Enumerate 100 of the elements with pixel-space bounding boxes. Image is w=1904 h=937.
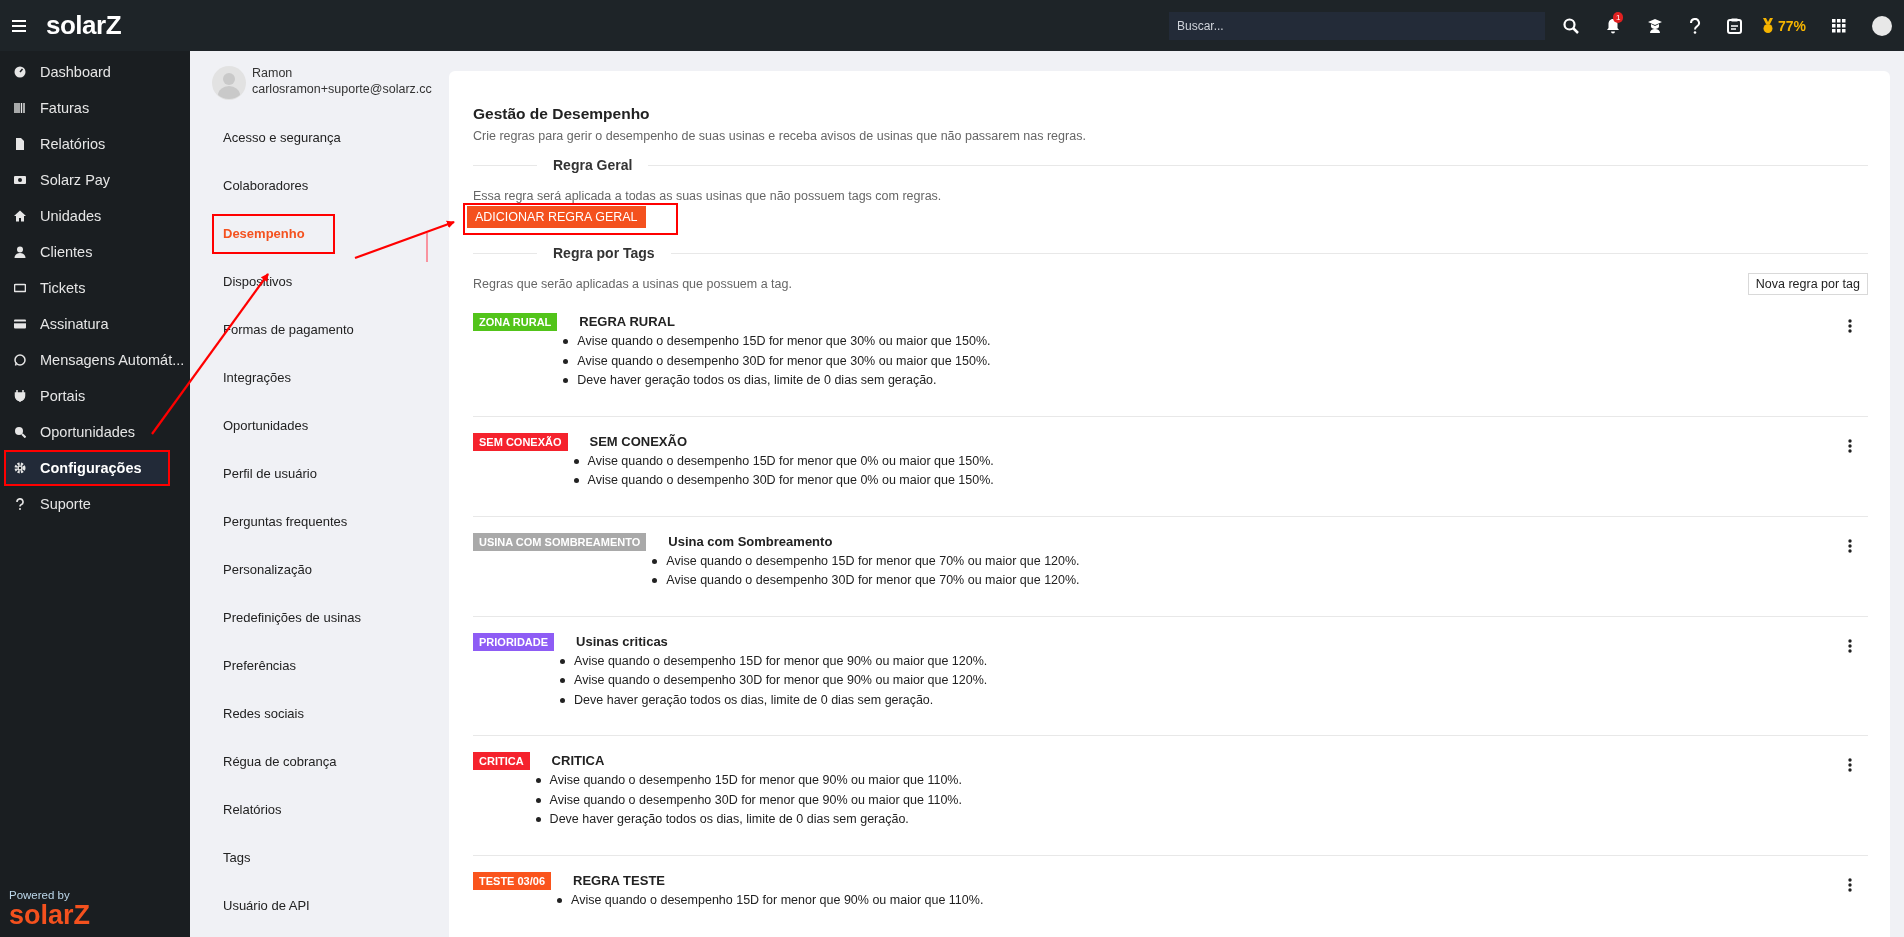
gauge-icon (14, 66, 26, 78)
section-description: Essa regra será aplicada a todas as suas usinas que não possuem tags com regras. (473, 189, 943, 203)
search-icon[interactable] (1562, 17, 1579, 34)
file-icon (14, 138, 26, 150)
rule-condition: Deve haver geração todos os dias, limite de 0 dias sem geração. (549, 811, 909, 828)
settings-menu-item[interactable]: Perguntas frequentes (212, 502, 359, 542)
bullet-icon (563, 378, 569, 384)
medal-icon (1761, 17, 1774, 34)
rule-condition: Deve haver geração todos os dias, limite de 0 dias sem geração. (574, 691, 934, 709)
more-options-icon[interactable] (1848, 638, 1852, 653)
section-description: Regras que serão aplicadas a usinas que possuem a tag. (473, 277, 792, 291)
menu-icon[interactable] (12, 19, 26, 32)
rule-title: SEM CONEXÃO (589, 432, 689, 451)
rule-condition: Avise quando o desempenho 30D for menor que 90% ou maior que 120%. (574, 672, 988, 689)
rule-title: REGRA RURAL (579, 313, 676, 331)
sidebar-item[interactable]: Unidades (0, 198, 190, 234)
clipboard-icon[interactable] (1726, 17, 1742, 34)
user-icon (14, 246, 26, 258)
bullet-icon (563, 358, 569, 364)
bullet-icon (560, 697, 566, 703)
sidebar-item[interactable]: Suporte (0, 486, 190, 522)
section-heading: Regra Geral (553, 157, 633, 173)
sidebar-item[interactable]: Tickets (0, 270, 190, 306)
rule-condition: Avise quando o desempenho 30D for menor que 90% ou maior que 110%. (549, 791, 962, 809)
settings-menu-item[interactable]: Régua de cobrança (212, 742, 348, 782)
bars-icon (14, 102, 26, 114)
rule-condition: Avise quando o desempenho 15D for menor que 90% ou maior que 110%. (549, 772, 962, 789)
sidebar-item[interactable]: Dashboard (0, 54, 190, 90)
sidebar-item[interactable]: Oportunidades (0, 414, 190, 450)
settings-menu-item[interactable]: Perfil de usuário (212, 454, 328, 494)
tag-label: CRITICA (473, 752, 530, 770)
search-field[interactable]: Buscar... (1168, 11, 1545, 40)
sidebar-item[interactable]: Clientes (0, 234, 190, 270)
apps-grid-icon[interactable] (1832, 18, 1846, 33)
rule-condition: Avise quando o desempenho 15D for menor que 30% ou maior que 150%. (577, 333, 991, 350)
marker-line (426, 232, 428, 263)
profile-name: Ramon (252, 66, 294, 80)
bullet-icon (557, 897, 563, 903)
profile-email: carlosramon+suporte@solarz.cc (252, 82, 432, 96)
bullet-icon (560, 658, 566, 664)
new-tag-rule-button[interactable]: Nova regra por tag (1747, 273, 1868, 295)
settings-menu-item[interactable]: Integrações (212, 358, 302, 398)
bullet-icon (652, 578, 658, 584)
sidebar-item[interactable]: Relatórios (0, 126, 190, 162)
home-icon (14, 210, 26, 222)
settings-menu-item[interactable]: Tags (212, 838, 262, 878)
more-options-icon[interactable] (1848, 438, 1852, 453)
settings-menu-item[interactable]: Oportunidades (212, 406, 320, 446)
more-options-icon[interactable] (1848, 877, 1852, 892)
rule-condition: Avise quando o desempenho 15D for menor que 90% ou maior que 110%. (571, 891, 984, 909)
settings-menu-item[interactable]: Personalização (212, 550, 323, 590)
ticket-icon (14, 282, 26, 294)
card-icon (14, 318, 26, 330)
rule-title: CRITICA (551, 752, 606, 770)
settings-menu-item[interactable]: Relatórios (212, 790, 293, 830)
help-icon[interactable] (1688, 17, 1701, 34)
bullet-icon (535, 797, 541, 803)
sidebar-item[interactable]: Portais (0, 378, 190, 414)
chat-icon (14, 354, 26, 366)
search-icon (14, 426, 26, 438)
gear-icon (14, 462, 26, 474)
page-title: Gestão de Desempenho (473, 105, 651, 123)
avatar-silhouette-icon (212, 66, 246, 100)
sidebar-item[interactable]: Mensagens Automát... (0, 342, 190, 378)
settings-menu-item[interactable]: Usuário de API (212, 886, 321, 926)
rule-condition: Avise quando o desempenho 15D for menor que 90% ou maior que 120%. (574, 652, 988, 670)
score-value: 77% (1777, 17, 1806, 34)
more-options-icon[interactable] (1848, 538, 1852, 553)
more-options-icon[interactable] (1848, 758, 1852, 772)
logo[interactable]: solarZ (46, 10, 122, 41)
rule-condition: Avise quando o desempenho 15D for menor que 0% ou maior que 150%. (587, 452, 994, 470)
powered-by-label: Powered by (9, 889, 71, 901)
settings-menu-item[interactable]: Predefinições de usinas (212, 598, 373, 638)
bullet-icon (535, 817, 541, 823)
rule-condition: Avise quando o desempenho 30D for menor que 0% ou maior que 150%. (587, 472, 994, 489)
sidebar-item[interactable]: Assinatura (0, 306, 190, 342)
sidebar-item[interactable]: Solarz Pay (0, 162, 190, 198)
tag-label: PRIORIDADE (473, 632, 555, 651)
settings-menu-item[interactable]: Preferências (212, 646, 307, 686)
tag-label: ZONA RURAL (473, 313, 558, 331)
rule-condition: Avise quando o desempenho 30D for menor que 70% ou maior que 120%. (666, 572, 1080, 589)
footer-logo: solarZ (9, 901, 92, 929)
section-heading: Regra por Tags (553, 245, 655, 261)
bullet-icon (563, 339, 569, 345)
settings-menu-item[interactable]: Redes sociais (212, 694, 315, 734)
settings-menu-item[interactable]: Acesso e segurança (212, 118, 352, 158)
tag-label: TESTE 03/06 (473, 871, 552, 890)
settings-menu-item[interactable]: Colaboradores (212, 166, 320, 206)
avatar[interactable] (1872, 15, 1892, 36)
more-options-icon[interactable] (1848, 319, 1852, 333)
question-icon (14, 498, 26, 510)
bullet-icon (535, 778, 541, 784)
bullet-icon (573, 478, 579, 484)
tag-label: USINA COM SOMBREAMENTO (473, 532, 647, 551)
bullet-icon (573, 458, 579, 464)
graduate-icon[interactable] (1646, 17, 1663, 34)
sidebar-item[interactable]: Configurações (4, 450, 170, 486)
sidebar-item[interactable]: Faturas (0, 90, 190, 126)
page-subtitle: Crie regras para gerir o desempenho de suas usinas e receba avisos de usinas que não passarem nas regras. (473, 129, 1087, 143)
cash-icon (14, 174, 26, 186)
